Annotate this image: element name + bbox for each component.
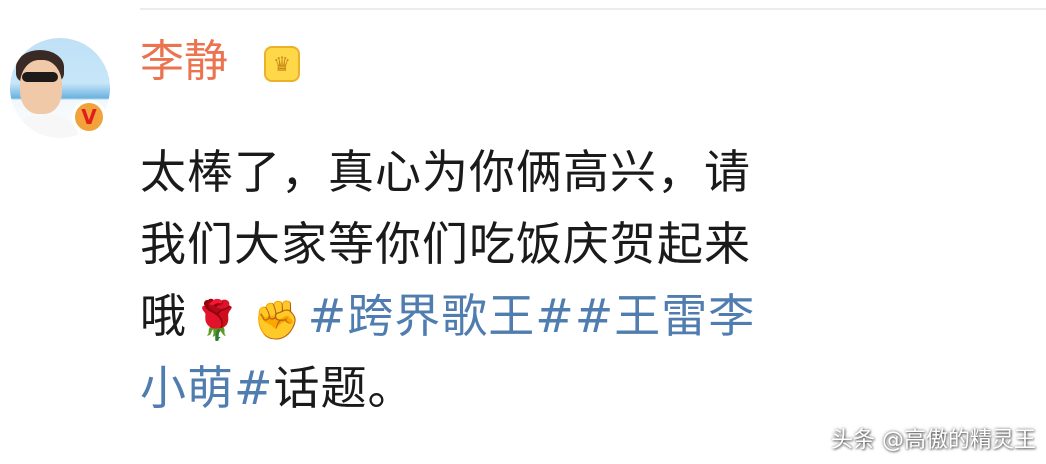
- avatar-face: [20, 60, 62, 114]
- top-divider: [140, 8, 1046, 10]
- username[interactable]: 李静: [140, 38, 228, 86]
- post-line-3: 哦 🌹 ✊ #跨界歌王##王雷李: [140, 280, 940, 352]
- post-text-suffix: 话题。: [273, 361, 415, 415]
- avatar-clothing: [10, 114, 80, 138]
- crown-icon: ♛: [264, 46, 300, 82]
- hashtag-link-kuajiegewang[interactable]: #跨界歌王#: [308, 289, 575, 343]
- post-text-fragment: 哦: [140, 289, 187, 343]
- post-line-1: 太棒了，真心为你俩高兴，请: [140, 145, 751, 199]
- hashtag-link-wangleilixiaomeng-continued[interactable]: 小萌#: [140, 361, 274, 415]
- post-line-4: 小萌#话题。: [140, 352, 940, 424]
- watermark: 头条 @高傲的精灵王: [831, 428, 1036, 453]
- hashtag-link-wangleilixiaomeng[interactable]: #王雷李: [575, 289, 756, 343]
- avatar-sunglasses: [22, 72, 58, 82]
- rose-emoji-icon: 🌹: [193, 297, 242, 342]
- fist-emoji-icon: ✊: [253, 297, 302, 342]
- post-text: 太棒了，真心为你俩高兴，请 我们大家等你们吃饭庆贺起来 哦 🌹 ✊ #跨界歌王##王雷…: [140, 136, 940, 424]
- verified-badge-icon: V: [72, 100, 106, 134]
- post-line-2: 我们大家等你们吃饭庆贺起来: [140, 217, 751, 271]
